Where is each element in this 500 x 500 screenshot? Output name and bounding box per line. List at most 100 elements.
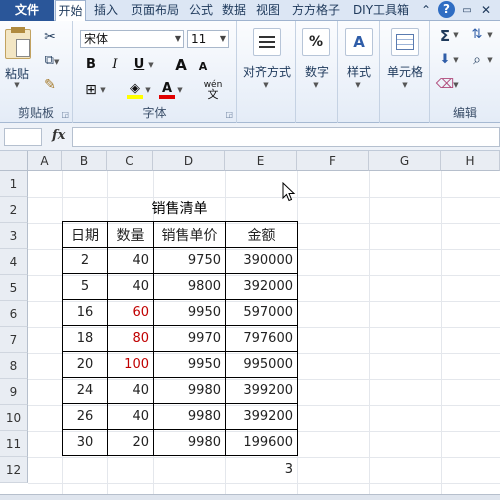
find-select-dropdown-icon[interactable]: ▼ <box>486 56 494 64</box>
close-icon[interactable]: ✕ <box>478 2 494 19</box>
grow-font-button[interactable]: A <box>171 56 191 74</box>
alignment-dropdown-icon[interactable]: ▼ <box>261 81 271 89</box>
alignment-icon[interactable] <box>253 28 281 56</box>
column-header-a[interactable]: A <box>28 151 62 171</box>
cell-quantity[interactable]: 100 <box>107 351 154 378</box>
sort-filter-dropdown-icon[interactable]: ▼ <box>486 31 494 39</box>
cell-amount[interactable]: 797600 <box>225 325 298 352</box>
column-header-g[interactable]: G <box>369 151 441 171</box>
sheet-title-cell[interactable]: 销售清单 <box>62 197 297 221</box>
autosum-dropdown-icon[interactable]: ▼ <box>452 31 460 39</box>
cell-unit-price[interactable]: 9980 <box>153 403 226 430</box>
cell-quantity[interactable]: 40 <box>107 377 154 404</box>
cells-icon[interactable] <box>391 28 419 56</box>
shrink-font-button[interactable]: A <box>193 58 213 76</box>
cell-date[interactable]: 18 <box>62 325 108 352</box>
cell-amount[interactable]: 597000 <box>225 299 298 326</box>
tab-diy-toolbox[interactable]: DIY工具箱 <box>349 0 413 21</box>
row-header-6[interactable]: 6 <box>0 301 28 327</box>
paste-dropdown-icon[interactable]: ▼ <box>12 81 22 89</box>
cell-amount[interactable]: 995000 <box>225 351 298 378</box>
tab-data[interactable]: 数据 <box>219 0 249 21</box>
row-header-1[interactable]: 1 <box>0 171 28 197</box>
alignment-button[interactable]: 对齐方式 <box>239 63 295 80</box>
cell-amount[interactable]: 199600 <box>225 429 298 456</box>
row-header-8[interactable]: 8 <box>0 353 28 379</box>
cell-amount[interactable]: 392000 <box>225 273 298 300</box>
header-unit-price[interactable]: 销售单价 <box>153 221 226 248</box>
cell-quantity[interactable]: 40 <box>107 247 154 274</box>
fill-color-dropdown-icon[interactable]: ▼ <box>144 81 152 99</box>
formula-input[interactable] <box>72 127 500 147</box>
border-dropdown-icon[interactable]: ▼ <box>99 81 107 99</box>
number-button[interactable]: 数字 <box>298 63 336 80</box>
row-header-3[interactable]: 3 <box>0 223 28 249</box>
fill-color-icon[interactable]: ◈ <box>125 80 145 99</box>
number-dropdown-icon[interactable]: ▼ <box>311 81 321 89</box>
collapse-ribbon-icon[interactable]: ⌃ <box>418 2 434 19</box>
row-header-7[interactable]: 7 <box>0 327 28 353</box>
header-date[interactable]: 日期 <box>62 221 108 248</box>
cell-quantity[interactable]: 20 <box>107 429 154 456</box>
cell-quantity[interactable]: 60 <box>107 299 154 326</box>
styles-button[interactable]: 样式 <box>340 63 378 80</box>
clear-dropdown-icon[interactable]: ▼ <box>452 81 460 89</box>
cell-unit-price[interactable]: 9950 <box>153 351 226 378</box>
column-header-d[interactable]: D <box>153 151 225 171</box>
styles-icon[interactable]: A <box>345 28 373 56</box>
select-all-corner[interactable] <box>0 151 28 171</box>
tab-formulas[interactable]: 公式 <box>186 0 216 21</box>
cell-date[interactable]: 2 <box>62 247 108 274</box>
tab-home[interactable]: 开始 <box>55 0 86 22</box>
header-amount[interactable]: 金额 <box>225 221 298 248</box>
cell-date[interactable]: 24 <box>62 377 108 404</box>
cut-icon[interactable]: ✂ <box>40 29 60 45</box>
cell-date[interactable]: 26 <box>62 403 108 430</box>
percent-icon[interactable]: % <box>302 28 330 56</box>
name-box[interactable] <box>4 128 42 146</box>
cell-quantity[interactable]: 80 <box>107 325 154 352</box>
cell-unit-price[interactable]: 9970 <box>153 325 226 352</box>
cell-amount[interactable]: 390000 <box>225 247 298 274</box>
cell-date[interactable]: 5 <box>62 273 108 300</box>
cell-amount[interactable]: 399200 <box>225 377 298 404</box>
bold-button[interactable]: B <box>81 56 101 74</box>
cell-unit-price[interactable]: 9800 <box>153 273 226 300</box>
cell-unit-price[interactable]: 9980 <box>153 429 226 456</box>
column-header-c[interactable]: C <box>107 151 153 171</box>
underline-button[interactable]: U <box>129 56 149 74</box>
font-launcher-icon[interactable]: ◲ <box>225 110 233 119</box>
tab-file[interactable]: 文件 <box>0 0 54 21</box>
font-size-combo[interactable]: 11 ▼ <box>187 30 229 48</box>
font-name-dropdown-icon[interactable]: ▼ <box>175 31 181 47</box>
find-select-icon[interactable]: ⌕ <box>466 52 488 68</box>
column-header-h[interactable]: H <box>441 151 500 171</box>
format-painter-icon[interactable]: ✎ <box>40 77 60 93</box>
font-color-icon[interactable]: A <box>157 80 177 99</box>
row-header-4[interactable]: 4 <box>0 249 28 275</box>
fill-dropdown-icon[interactable]: ▼ <box>452 56 460 64</box>
underline-dropdown-icon[interactable]: ▼ <box>147 56 155 74</box>
tab-view[interactable]: 视图 <box>253 0 283 21</box>
tab-fangfang[interactable]: 方方格子 <box>286 0 346 21</box>
cell-unit-price[interactable]: 9750 <box>153 247 226 274</box>
row-header-10[interactable]: 10 <box>0 405 28 431</box>
cell-unit-price[interactable]: 9980 <box>153 377 226 404</box>
cell-date[interactable]: 30 <box>62 429 108 456</box>
cell-unit-price[interactable]: 9950 <box>153 299 226 326</box>
row-header-9[interactable]: 9 <box>0 379 28 405</box>
cell-amount[interactable]: 399200 <box>225 403 298 430</box>
cell-quantity[interactable]: 40 <box>107 273 154 300</box>
insert-function-button[interactable]: fx <box>52 128 65 143</box>
font-color-dropdown-icon[interactable]: ▼ <box>176 81 184 99</box>
cells-dropdown-icon[interactable]: ▼ <box>400 81 410 89</box>
help-icon[interactable]: ? <box>438 1 455 18</box>
row-header-2[interactable]: 2 <box>0 197 28 223</box>
font-size-dropdown-icon[interactable]: ▼ <box>220 31 226 47</box>
header-quantity[interactable]: 数量 <box>107 221 154 248</box>
column-header-f[interactable]: F <box>297 151 369 171</box>
font-name-combo[interactable]: 宋体 ▼ <box>80 30 184 48</box>
cell-date[interactable]: 16 <box>62 299 108 326</box>
paste-icon[interactable] <box>5 27 31 59</box>
cell-quantity[interactable]: 40 <box>107 403 154 430</box>
